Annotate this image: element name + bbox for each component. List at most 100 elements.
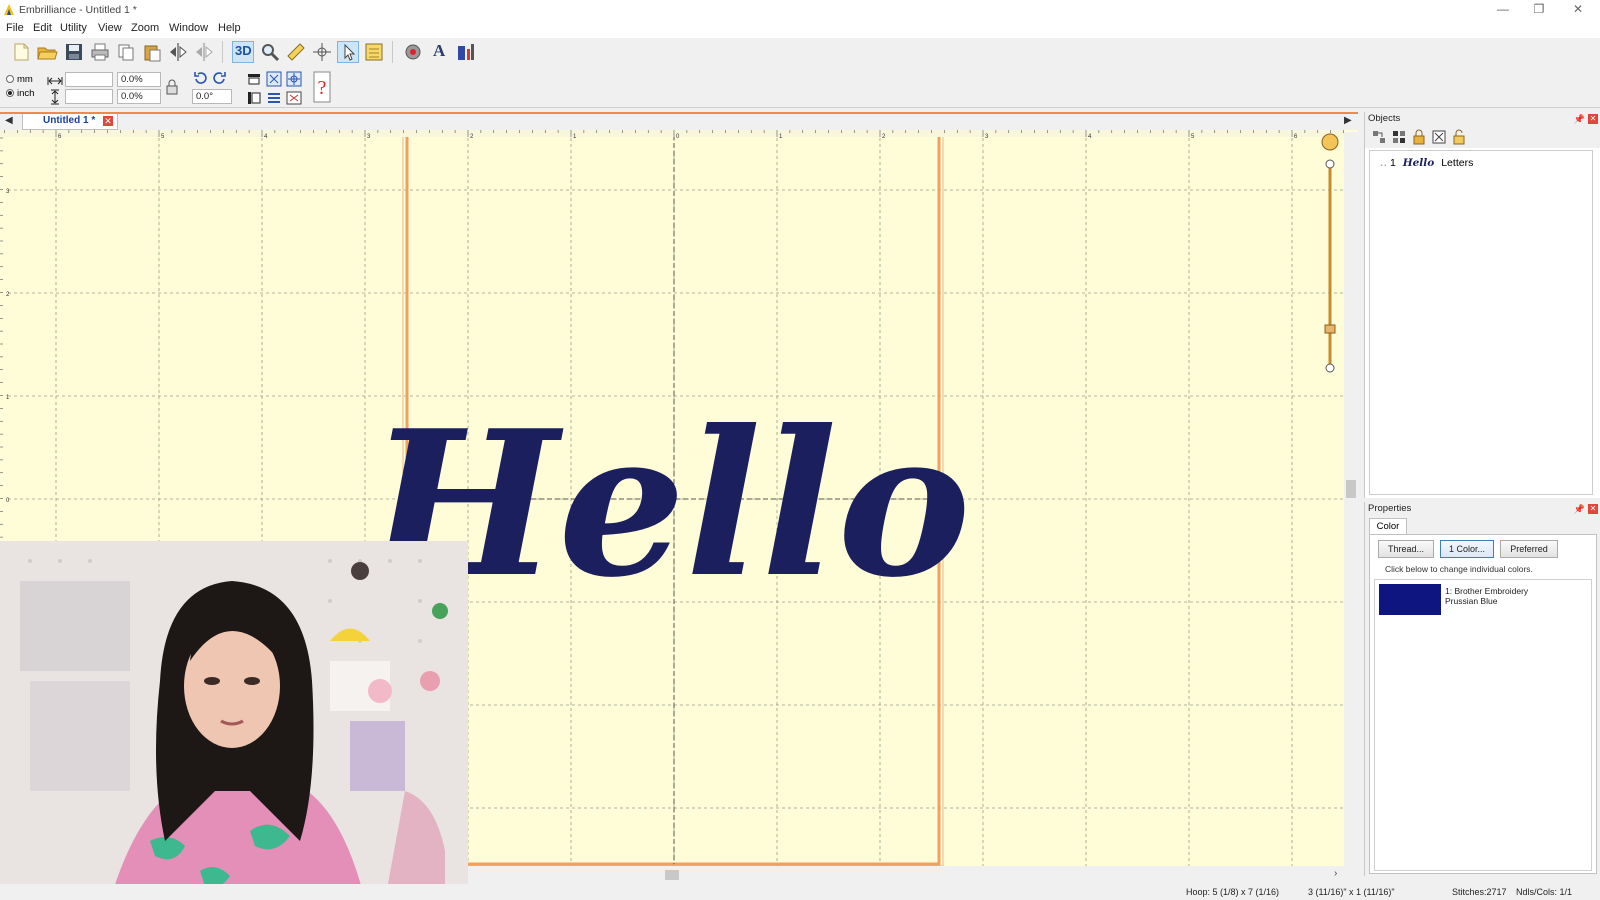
ungroup-icon[interactable] bbox=[1391, 129, 1407, 145]
lock-proportions-icon[interactable] bbox=[164, 79, 180, 95]
pin-icon[interactable]: 📌 bbox=[1574, 112, 1585, 126]
fit-to-hoop-icon[interactable] bbox=[266, 71, 282, 87]
vertical-scrollbar[interactable] bbox=[1344, 132, 1358, 866]
document-tab-bar: ◀ Untitled 1 * ✕ ▶ bbox=[0, 112, 1358, 130]
tab-scroll-left-icon[interactable]: ◀ bbox=[5, 115, 13, 126]
thread-button[interactable]: Thread... bbox=[1378, 540, 1434, 558]
height-percent-input[interactable]: 0.0% bbox=[117, 89, 161, 104]
zoom-icon[interactable] bbox=[259, 41, 281, 63]
rotate-left-icon[interactable] bbox=[192, 70, 208, 86]
tab-untitled-1[interactable]: Untitled 1 * ✕ bbox=[22, 114, 118, 130]
align-left-icon[interactable] bbox=[246, 90, 262, 106]
objects-panel: Objects 📌 ✕ ‥ 1 Hello Letters bbox=[1364, 112, 1600, 498]
select-pointer-icon[interactable] bbox=[337, 41, 359, 63]
rotate-right-icon[interactable] bbox=[212, 70, 228, 86]
svg-text:?: ? bbox=[318, 77, 327, 99]
unit-inch-option[interactable]: inch bbox=[6, 88, 34, 99]
presenter-video bbox=[0, 541, 468, 900]
top-ruler: 6543210123456 bbox=[0, 130, 1344, 140]
menu-bar: File Edit Utility View Zoom Window Help bbox=[0, 20, 1600, 38]
align-top-icon[interactable] bbox=[246, 71, 262, 87]
properties-panel: Properties 📌 ✕ Color Thread... 1 Color..… bbox=[1364, 502, 1600, 876]
distribute-icon[interactable] bbox=[266, 90, 282, 106]
zoom-in-icon[interactable] bbox=[1325, 159, 1335, 169]
object-label: Letters bbox=[1441, 157, 1474, 169]
status-bar: Hoop: 5 (1/8) x 7 (1/16) 3 (11/16)" x 1 … bbox=[0, 884, 1600, 900]
stitch-settings-icon[interactable] bbox=[402, 41, 424, 63]
objects-panel-header: Objects 📌 ✕ bbox=[1365, 112, 1600, 126]
grid-settings-icon[interactable] bbox=[363, 41, 385, 63]
copy-icon[interactable] bbox=[115, 41, 137, 63]
objects-tree: ‥ 1 Hello Letters bbox=[1369, 150, 1593, 495]
zoom-out-icon[interactable] bbox=[1325, 363, 1335, 373]
pin-icon[interactable]: 📌 bbox=[1574, 502, 1585, 516]
save-icon[interactable] bbox=[63, 41, 85, 63]
unit-mm-option[interactable]: mm bbox=[6, 74, 33, 85]
objects-close-icon[interactable]: ✕ bbox=[1588, 114, 1598, 124]
main-toolbar: 3D A bbox=[0, 38, 1600, 66]
unlock-icon[interactable] bbox=[1451, 129, 1467, 145]
open-folder-icon[interactable] bbox=[36, 41, 58, 63]
thread-color-swatch[interactable] bbox=[1379, 584, 1441, 615]
color-row[interactable]: 1: Brother Embroidery Prussian Blue bbox=[1375, 580, 1591, 620]
ruler-background bbox=[0, 130, 1344, 137]
presenter-webcam-overlay bbox=[0, 541, 468, 900]
mirror-horizontal-icon[interactable] bbox=[167, 41, 189, 63]
thread-color-icon[interactable] bbox=[455, 41, 477, 63]
paste-icon[interactable] bbox=[141, 41, 163, 63]
horizontal-scroll-thumb[interactable] bbox=[665, 870, 679, 880]
color-properties: Thread... 1 Color... Preferred Click bel… bbox=[1369, 534, 1597, 874]
menu-window[interactable]: Window bbox=[169, 22, 208, 34]
print-icon[interactable] bbox=[89, 41, 111, 63]
scroll-right-icon[interactable]: › bbox=[1334, 868, 1337, 879]
minimize-button[interactable]: — bbox=[1485, 0, 1521, 20]
menu-file[interactable]: File bbox=[6, 22, 24, 34]
zoom-slider-thumb[interactable] bbox=[1324, 324, 1336, 334]
menu-help[interactable]: Help bbox=[218, 22, 241, 34]
tab-scroll-right-icon[interactable]: ▶ bbox=[1344, 115, 1352, 126]
mirror-vertical-icon[interactable] bbox=[193, 41, 215, 63]
embrilliance-window: Embrilliance - Untitled 1 * — ❐ ✕ File E… bbox=[0, 0, 1600, 900]
height-input[interactable] bbox=[65, 89, 113, 104]
tab-label: Untitled 1 * bbox=[43, 115, 96, 126]
radio-mm[interactable] bbox=[6, 75, 14, 83]
horizontal-scrollbar[interactable]: › bbox=[468, 866, 1358, 884]
lock-icon[interactable] bbox=[1411, 129, 1427, 145]
hoop-center-icon[interactable] bbox=[311, 41, 333, 63]
hide-icon[interactable] bbox=[1431, 129, 1447, 145]
objects-toolbar bbox=[1365, 126, 1600, 148]
menu-edit[interactable]: Edit bbox=[33, 22, 52, 34]
width-input[interactable] bbox=[65, 72, 113, 87]
radio-inch[interactable] bbox=[6, 89, 14, 97]
text-tool-label: A bbox=[433, 41, 446, 60]
preferred-button[interactable]: Preferred bbox=[1500, 540, 1558, 558]
ruler-measure-icon[interactable] bbox=[285, 41, 307, 63]
vertical-scroll-thumb[interactable] bbox=[1346, 480, 1356, 498]
close-window-button[interactable]: ✕ bbox=[1560, 0, 1596, 20]
toolbar-separator bbox=[392, 41, 393, 63]
split-icon[interactable] bbox=[286, 90, 302, 106]
toolbar-separator bbox=[222, 41, 223, 63]
menu-utility[interactable]: Utility bbox=[60, 22, 87, 34]
compass-icon[interactable] bbox=[1321, 133, 1339, 151]
center-in-hoop-icon[interactable] bbox=[286, 71, 302, 87]
one-color-button[interactable]: 1 Color... bbox=[1440, 540, 1494, 558]
tab-color[interactable]: Color bbox=[1369, 518, 1407, 534]
text-tool-button[interactable]: A bbox=[429, 41, 451, 63]
object-item-letters[interactable]: ‥ 1 Hello Letters bbox=[1380, 157, 1473, 173]
object-index: 1 bbox=[1389, 157, 1396, 169]
properties-panel-header: Properties 📌 ✕ bbox=[1365, 502, 1600, 516]
group-icon[interactable] bbox=[1371, 129, 1387, 145]
width-percent-input[interactable]: 0.0% bbox=[117, 72, 161, 87]
maximize-button[interactable]: ❐ bbox=[1521, 0, 1557, 20]
rotation-input[interactable]: 0.0° bbox=[192, 89, 232, 104]
3d-view-button[interactable]: 3D bbox=[232, 41, 254, 63]
menu-view[interactable]: View bbox=[98, 22, 122, 34]
needles-colors-status: Ndls/Cols: 1/1 bbox=[1516, 887, 1573, 897]
help-icon[interactable]: ? bbox=[312, 70, 332, 104]
properties-close-icon[interactable]: ✕ bbox=[1588, 504, 1598, 514]
tab-close-icon[interactable]: ✕ bbox=[103, 116, 113, 126]
new-file-icon[interactable] bbox=[10, 41, 32, 63]
color-hint-text: Click below to change individual colors. bbox=[1385, 564, 1533, 574]
menu-zoom[interactable]: Zoom bbox=[131, 22, 159, 34]
